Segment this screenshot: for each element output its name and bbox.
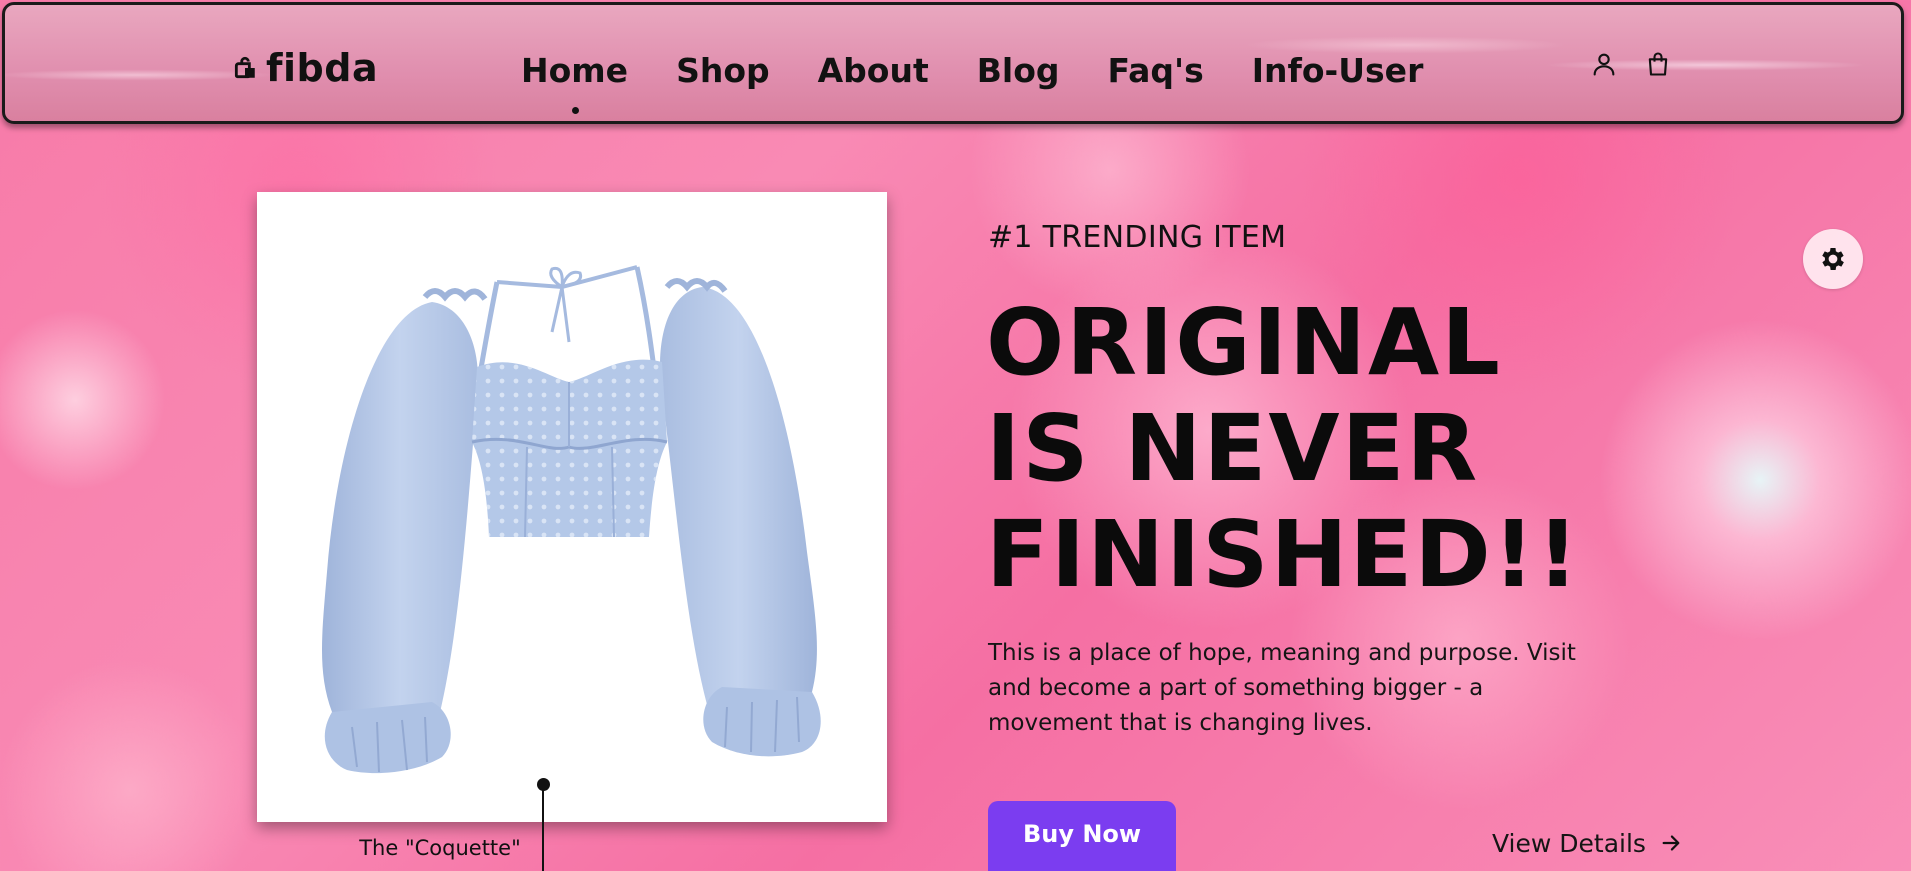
hero-headline: ORIGINAL IS NEVER FINISHED!! — [986, 290, 1686, 608]
trending-label: #1 TRENDING ITEM — [988, 220, 1287, 255]
user-icon[interactable] — [1590, 49, 1618, 79]
nav-shop[interactable]: Shop — [676, 51, 770, 90]
nav-info-user[interactable]: Info-User — [1252, 51, 1424, 90]
main-nav: Home Shop About Blog Faq's Info-User — [521, 45, 1424, 114]
headline-line-2: IS NEVER — [986, 395, 1480, 502]
product-image[interactable] — [257, 192, 887, 822]
nav-about[interactable]: About — [818, 51, 929, 90]
hero-description: This is a place of hope, meaning and pur… — [988, 640, 1576, 736]
headline-line-1: ORIGINAL — [986, 289, 1502, 396]
arrow-right-icon — [1662, 835, 1680, 851]
nav-faqs[interactable]: Faq's — [1108, 51, 1204, 90]
gear-icon — [1822, 248, 1844, 270]
shopping-bag-icon — [234, 56, 255, 79]
product-caption: The "Coquette" — [359, 836, 521, 860]
headline-line-3: FINISHED!! — [986, 501, 1581, 608]
view-details-label: View Details — [1492, 828, 1646, 858]
brand-logo[interactable]: fibda — [232, 43, 378, 93]
brand-name: fibda — [266, 46, 379, 90]
nav-blog[interactable]: Blog — [977, 51, 1060, 90]
buy-now-button[interactable]: Buy Now — [988, 801, 1176, 871]
nav-home[interactable]: Home — [521, 51, 628, 114]
view-details-link[interactable]: View Details — [1492, 826, 1682, 860]
settings-button[interactable] — [1803, 229, 1863, 289]
cart-bag-icon[interactable] — [1644, 49, 1672, 79]
site-header: fibda Home Shop About Blog Faq's Info-Us… — [2, 2, 1904, 124]
crop-top-illustration — [322, 265, 821, 774]
